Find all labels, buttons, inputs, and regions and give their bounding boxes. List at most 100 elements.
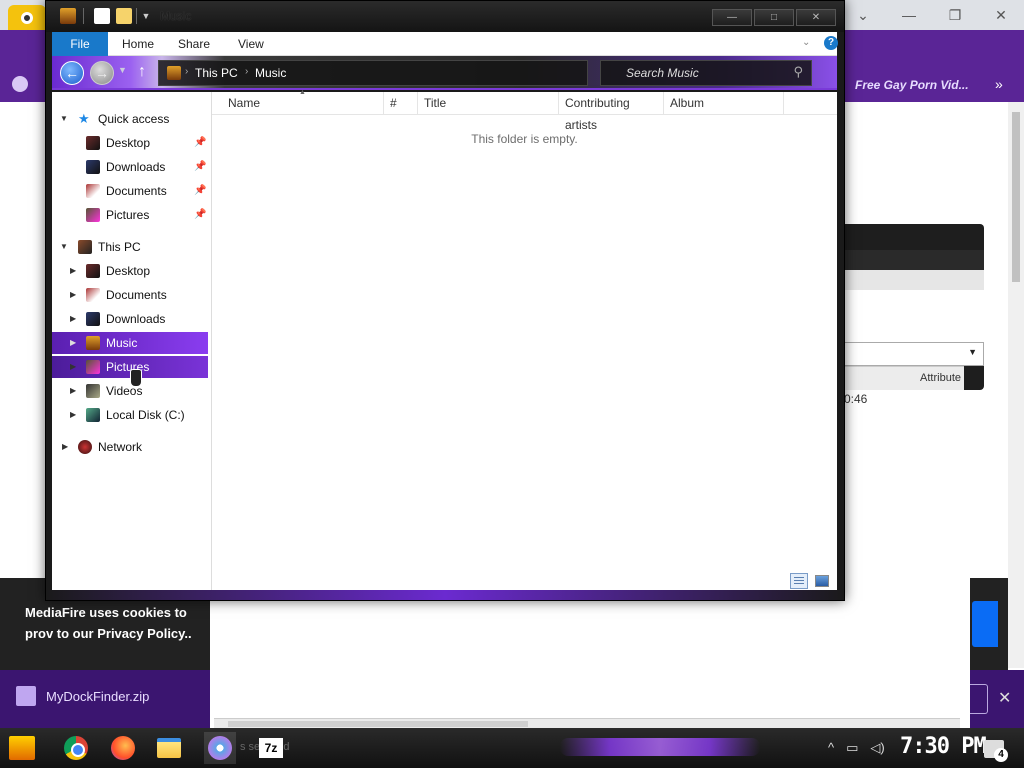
mouse-cursor-icon bbox=[130, 369, 146, 389]
recent-locations-icon[interactable]: ▼ bbox=[118, 65, 127, 75]
chevron-right-icon[interactable]: ▶ bbox=[70, 260, 76, 282]
nav-quick-desktop[interactable]: Desktop 📌 bbox=[52, 132, 208, 154]
minimize-button[interactable]: — bbox=[712, 9, 752, 26]
chevron-right-icon[interactable]: ▶ bbox=[70, 380, 76, 402]
breadcrumb-this-pc[interactable]: This PC bbox=[195, 66, 238, 80]
navigation-pane: ▼ ★ Quick access Desktop 📌 Downloads 📌 D… bbox=[52, 92, 212, 590]
chevron-right-icon[interactable]: ▶ bbox=[70, 332, 76, 354]
bookmark-icon[interactable] bbox=[12, 76, 28, 92]
nav-pc-music[interactable]: ▶ Music bbox=[52, 332, 208, 354]
explorer-titlebar[interactable]: ▼ Music — □ ✕ bbox=[46, 1, 844, 32]
ribbon: File Home Share View ⌄ ? bbox=[52, 32, 838, 56]
tab-share[interactable]: Share bbox=[164, 32, 224, 56]
properties-icon[interactable] bbox=[94, 8, 110, 24]
maximize-button[interactable]: □ bbox=[754, 9, 794, 26]
browser-minimize-button[interactable]: — bbox=[886, 0, 932, 30]
folder-icon bbox=[157, 738, 181, 758]
explorer-window: ▼ Music — □ ✕ File Home Share View ⌄ ? ←… bbox=[45, 0, 845, 601]
show-all-downloads-button[interactable] bbox=[968, 684, 988, 714]
forward-button[interactable]: → bbox=[90, 61, 114, 85]
nav-quick-downloads[interactable]: Downloads 📌 bbox=[52, 156, 208, 178]
taskbar-clock[interactable]: 7:30 PM bbox=[900, 734, 987, 759]
background-column-header[interactable]: Attribute bbox=[844, 366, 964, 390]
download-item[interactable]: MyDockFinder.zip bbox=[16, 686, 149, 706]
browser-restore-button[interactable]: ❐ bbox=[932, 0, 978, 30]
chevron-right-icon[interactable]: ▶ bbox=[70, 404, 76, 426]
nav-this-pc[interactable]: ▼ This PC bbox=[52, 236, 208, 258]
pictures-icon bbox=[86, 208, 100, 222]
new-folder-icon[interactable] bbox=[116, 8, 132, 24]
chevron-right-icon[interactable]: ▶ bbox=[62, 436, 68, 458]
file-list[interactable]: ▲ Name # Title Contributing artists Albu… bbox=[212, 89, 837, 590]
nav-quick-pictures[interactable]: Pictures 📌 bbox=[52, 204, 208, 226]
nav-quick-documents[interactable]: Documents 📌 bbox=[52, 180, 208, 202]
taskbar-paint-button[interactable] bbox=[204, 732, 236, 764]
chevron-right-icon[interactable]: ▶ bbox=[70, 356, 76, 378]
taskbar-explorer-button[interactable] bbox=[153, 732, 185, 764]
browser-tab[interactable] bbox=[8, 5, 46, 31]
chevron-right-icon[interactable]: ▶ bbox=[70, 284, 76, 306]
downloads-icon bbox=[86, 312, 100, 326]
cookie-accept-button[interactable] bbox=[972, 601, 998, 647]
column-name[interactable]: Name bbox=[222, 92, 384, 115]
browser-tab-search-icon[interactable]: ⌄ bbox=[840, 0, 886, 30]
page-scrollbar[interactable] bbox=[1008, 102, 1024, 668]
music-folder-icon[interactable] bbox=[60, 8, 76, 24]
start-button[interactable] bbox=[6, 732, 38, 764]
bookmarks-overflow-icon[interactable]: » bbox=[995, 76, 1003, 92]
close-button[interactable]: ✕ bbox=[796, 9, 836, 26]
back-button[interactable]: ← bbox=[60, 61, 84, 85]
nav-network[interactable]: ▶ Network bbox=[52, 436, 208, 458]
taskbar-chrome-button[interactable] bbox=[60, 732, 92, 764]
search-placeholder: Search Music bbox=[626, 66, 699, 80]
taskbar-firefox-button[interactable] bbox=[107, 732, 139, 764]
nav-pc-desktop[interactable]: ▶ Desktop bbox=[52, 260, 208, 282]
column-title[interactable]: Title bbox=[418, 92, 559, 115]
large-icons-view-icon[interactable] bbox=[814, 573, 830, 587]
pictures-icon bbox=[86, 360, 100, 374]
navigation-bar: ← → ▼ ↑ › This PC › Music Search Music ⚲ bbox=[52, 56, 837, 90]
tab-favicon-icon bbox=[21, 12, 33, 24]
network-icon[interactable]: ▭ bbox=[846, 740, 858, 756]
nav-pc-downloads[interactable]: ▶ Downloads bbox=[52, 308, 208, 330]
expand-ribbon-icon[interactable]: ⌄ bbox=[802, 37, 810, 48]
breadcrumb-music[interactable]: Music bbox=[255, 66, 286, 80]
tab-file[interactable]: File bbox=[52, 32, 108, 56]
tab-view[interactable]: View bbox=[224, 32, 278, 56]
volume-icon[interactable]: ◁) bbox=[870, 740, 884, 756]
taskbar-7zip-button[interactable]: 7z bbox=[255, 732, 287, 764]
tab-home[interactable]: Home bbox=[108, 32, 168, 56]
background-horizontal-scrollbar[interactable] bbox=[214, 718, 960, 728]
address-bar[interactable]: › This PC › Music bbox=[158, 60, 588, 86]
tray-overflow-icon[interactable]: ^ bbox=[828, 740, 834, 756]
chevron-down-icon[interactable]: ▼ bbox=[60, 108, 68, 130]
background-dropdown[interactable]: ▼ bbox=[844, 342, 984, 366]
column-album[interactable]: Album bbox=[664, 92, 784, 115]
search-input[interactable]: Search Music ⚲ bbox=[600, 60, 812, 86]
column-contributing-artists[interactable]: Contributing artists bbox=[559, 92, 664, 132]
up-button[interactable]: ↑ bbox=[138, 63, 146, 81]
customize-toolbar-icon[interactable]: ▼ bbox=[138, 8, 154, 24]
chevron-right-icon[interactable]: › bbox=[185, 66, 188, 77]
action-center-icon[interactable]: 4 bbox=[984, 740, 1008, 762]
download-bar-close-icon[interactable]: ✕ bbox=[998, 688, 1011, 708]
desktop-icon bbox=[86, 136, 100, 150]
palette-icon bbox=[208, 736, 232, 760]
bookmark-item[interactable]: Free Gay Porn Vid... bbox=[855, 78, 969, 92]
search-icon[interactable]: ⚲ bbox=[793, 64, 803, 80]
help-icon[interactable]: ? bbox=[824, 36, 838, 50]
details-view-icon[interactable] bbox=[790, 573, 808, 589]
chevron-right-icon[interactable]: › bbox=[245, 66, 248, 77]
chevron-down-icon[interactable]: ▼ bbox=[60, 236, 68, 258]
nav-pc-documents[interactable]: ▶ Documents bbox=[52, 284, 208, 306]
chevron-right-icon[interactable]: ▶ bbox=[70, 308, 76, 330]
column-number[interactable]: # bbox=[384, 92, 418, 115]
cookie-text: MediaFire uses cookies to prov to our Pr… bbox=[25, 605, 192, 641]
browser-close-button[interactable]: ✕ bbox=[978, 0, 1024, 30]
nav-quick-access[interactable]: ▼ ★ Quick access bbox=[52, 108, 208, 130]
scrollbar-thumb[interactable] bbox=[1012, 112, 1020, 282]
nav-pc-local-disk[interactable]: ▶ Local Disk (C:) bbox=[52, 404, 208, 426]
zip-file-icon bbox=[16, 686, 36, 706]
network-icon bbox=[78, 440, 92, 454]
empty-folder-message: This folder is empty. bbox=[471, 132, 578, 146]
